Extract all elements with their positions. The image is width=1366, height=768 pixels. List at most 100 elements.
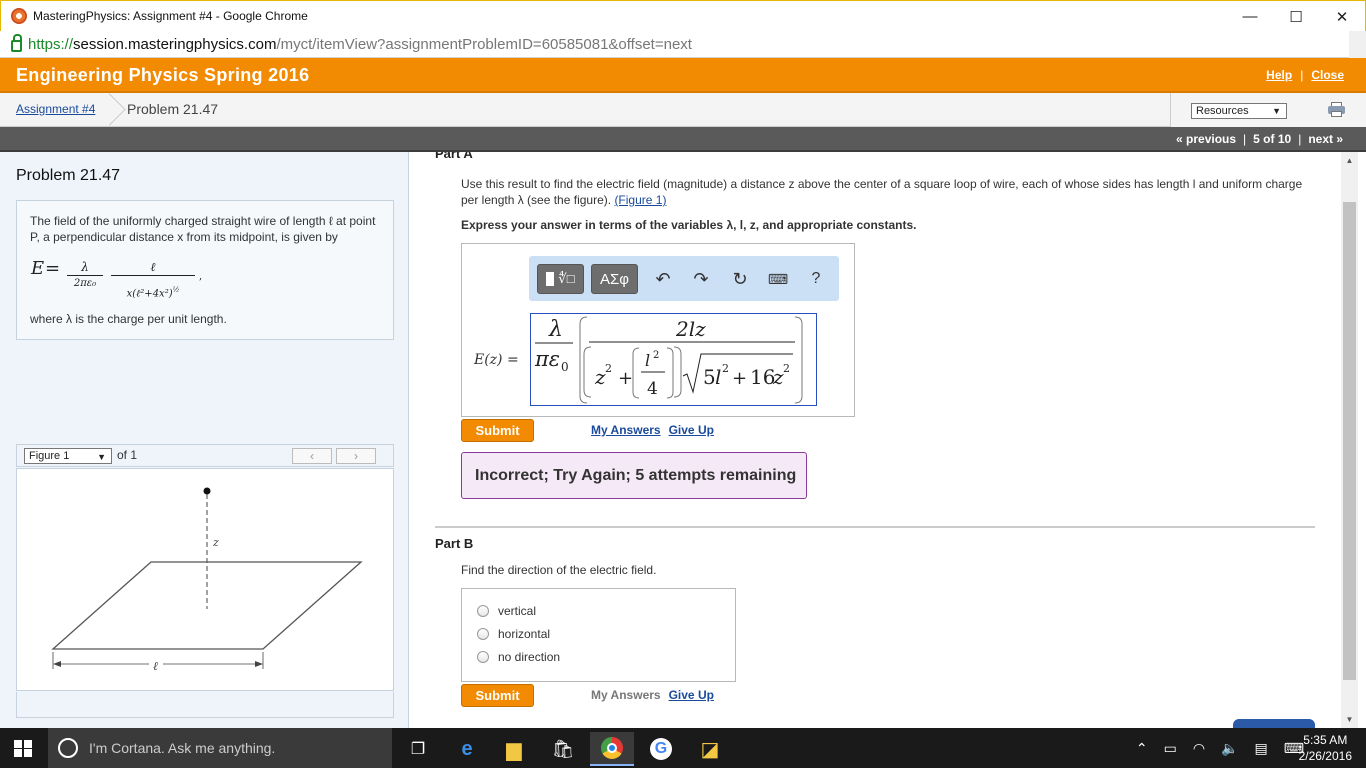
svg-text:l: l	[645, 351, 650, 370]
greek-symbols-button[interactable]: ΑΣφ	[591, 264, 638, 294]
svg-text:0: 0	[561, 360, 569, 374]
option-horizontal[interactable]: horizontal	[477, 625, 550, 643]
problem-title: Problem 21.47	[16, 167, 121, 184]
problem-intro: The field of the uniformly charged strai…	[30, 214, 376, 244]
task-view-icon[interactable]: ❐	[396, 732, 440, 766]
radio-button[interactable]	[477, 628, 489, 640]
breadcrumb-assignment-link[interactable]: Assignment #4	[16, 102, 95, 116]
action-center-icon[interactable]: ▤	[1255, 740, 1268, 757]
cortana-icon	[58, 738, 78, 758]
window-title-bar: MasteringPhysics: Assignment #4 - Google…	[0, 0, 1366, 31]
radio-button[interactable]	[477, 651, 489, 663]
figure-footer	[16, 692, 394, 718]
part-a-answer-links: My Answers Give Up	[591, 423, 722, 437]
problem-nav-bar: « previous | 5 of 10 | next »	[0, 127, 1366, 152]
header-links: Help | Close	[1266, 68, 1344, 82]
part-b-answer-links: My Answers Give Up	[591, 688, 722, 702]
figure-next-button[interactable]: ›	[336, 448, 376, 464]
svg-text:+: +	[618, 368, 633, 389]
wifi-icon[interactable]: ◠	[1193, 740, 1205, 757]
page-scrollbar[interactable]: ▲ ▼	[1341, 152, 1358, 728]
next-link[interactable]: next »	[1308, 132, 1343, 146]
breadcrumb-problem: Problem 21.47	[127, 101, 219, 117]
close-link[interactable]: Close	[1311, 68, 1344, 82]
undo-icon[interactable]: ↶	[651, 268, 675, 290]
show-hidden-icons[interactable]: ⌃	[1136, 740, 1148, 757]
option-no-direction[interactable]: no direction	[477, 648, 560, 666]
taskbar: I'm Cortana. Ask me anything. ❐ e ▆ 🛍 G …	[0, 728, 1366, 768]
radio-button[interactable]	[477, 605, 489, 617]
part-a-my-answers-link[interactable]: My Answers	[591, 423, 661, 437]
reset-icon[interactable]: ↻	[728, 268, 752, 290]
svg-text:l: l	[715, 365, 721, 389]
breadcrumb-chevron	[104, 93, 120, 127]
redo-icon[interactable]: ↷	[689, 268, 713, 290]
figure-prev-button[interactable]: ‹	[292, 448, 332, 464]
battery-icon[interactable]: ▭	[1164, 740, 1177, 757]
help-link[interactable]: Help	[1266, 68, 1292, 82]
figure-canvas: z ℓ	[16, 468, 394, 691]
print-icon[interactable]	[1328, 102, 1345, 118]
feedback-message: Incorrect; Try Again; 5 attempts remaini…	[461, 452, 807, 499]
answer-input[interactable]: λ πε 0 2lz z 2 + l 2 4 5 l 2 + 16 z 2	[530, 313, 817, 406]
previous-link[interactable]: « previous	[1176, 132, 1236, 146]
option-label: horizontal	[498, 627, 551, 641]
help-question-icon[interactable]: ?	[804, 268, 828, 290]
part-a-submit-button[interactable]: Submit	[461, 419, 534, 442]
part-a-question-text: Use this result to find the electric fie…	[461, 177, 1303, 207]
svg-text:2: 2	[783, 362, 790, 375]
part-a-give-up-link[interactable]: Give Up	[669, 423, 714, 437]
length-label: ℓ	[153, 659, 158, 673]
chrome-icon	[11, 8, 27, 24]
part-b-give-up-link[interactable]: Give Up	[669, 688, 714, 702]
window-controls: — ☐ ✕	[1227, 1, 1365, 32]
option-label: no direction	[498, 650, 561, 664]
clock[interactable]: 5:35 AM 2/26/2016	[1299, 732, 1352, 764]
google-icon[interactable]: G	[639, 732, 683, 766]
figure-count: of 1	[117, 448, 138, 462]
minimize-button[interactable]: —	[1227, 1, 1273, 32]
resources-dropdown[interactable]: Resources ▼	[1191, 103, 1287, 119]
figure-1-link[interactable]: (Figure 1)	[614, 193, 666, 207]
url-host: session.masteringphysics.com	[73, 35, 277, 53]
resources-label: Resources	[1196, 105, 1249, 117]
scroll-down-icon[interactable]: ▼	[1341, 711, 1358, 728]
equation-label: E(z) =	[474, 352, 519, 368]
templates-button[interactable]: ∜□	[537, 264, 584, 294]
bottom-tab-stub	[1233, 719, 1315, 728]
math-toolbar: ∜□ ΑΣφ ↶ ↷ ↻ ⌨ ?	[529, 256, 839, 301]
svg-text:2: 2	[653, 350, 659, 361]
part-b-header: Part B	[435, 536, 474, 551]
problem-pane: Problem 21.47 The field of the uniformly…	[0, 152, 409, 728]
sticky-notes-icon[interactable]: ◪	[688, 732, 732, 766]
problem-description: The field of the uniformly charged strai…	[16, 200, 394, 340]
dim-arrow-left	[53, 661, 61, 667]
option-vertical[interactable]: vertical	[477, 602, 536, 620]
edge-icon[interactable]: e	[445, 732, 489, 766]
maximize-button[interactable]: ☐	[1273, 1, 1319, 32]
file-explorer-icon[interactable]: ▆	[492, 732, 536, 766]
windows-start-icon[interactable]	[14, 740, 32, 757]
svg-text:16: 16	[750, 365, 775, 389]
cortana-search[interactable]: I'm Cortana. Ask me anything.	[48, 728, 392, 768]
answer-box: ∜□ ΑΣφ ↶ ↷ ↻ ⌨ ? E(z) = λ πε 0 2lz z 2 +…	[461, 243, 855, 417]
url-scheme: https://	[28, 35, 74, 53]
system-tray: ⌃ ▭ ◠ 🔈 ▤ ⌨	[1136, 740, 1304, 757]
svg-text:2lz: 2lz	[675, 317, 706, 341]
part-b-submit-button[interactable]: Submit	[461, 684, 534, 707]
problem-position: 5 of 10	[1253, 132, 1292, 146]
scroll-thumb[interactable]	[1343, 202, 1356, 680]
url-path: /myct/itemView?assignmentProblemID=60585…	[276, 35, 692, 53]
store-icon[interactable]: 🛍	[541, 732, 585, 766]
address-bar[interactable]: https://session.masteringphysics.com/myc…	[0, 31, 1366, 58]
point-p	[203, 487, 211, 495]
figure-dropdown[interactable]: Figure 1 ▼	[24, 448, 112, 464]
volume-icon[interactable]: 🔈	[1221, 740, 1238, 757]
scroll-up-icon[interactable]: ▲	[1341, 152, 1358, 169]
figure-toolbar: Figure 1 ▼ of 1 ‹ ›	[16, 444, 394, 467]
option-label: vertical	[498, 604, 537, 618]
chrome-taskbar-icon[interactable]	[590, 732, 634, 766]
keyboard-icon[interactable]: ⌨	[766, 268, 790, 290]
close-window-button[interactable]: ✕	[1319, 1, 1365, 32]
clock-time: 5:35 AM	[1303, 733, 1348, 747]
